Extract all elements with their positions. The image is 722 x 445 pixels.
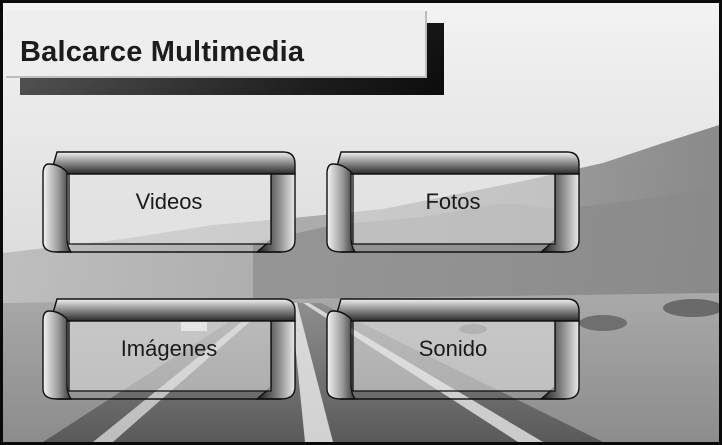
fotos-label: Fotos xyxy=(425,189,481,214)
title-panel: Balcarce Multimedia xyxy=(6,11,427,78)
imagenes-button[interactable]: Imágenes xyxy=(41,297,297,401)
sonido-label: Sonido xyxy=(418,336,488,361)
videos-button[interactable]: Videos xyxy=(41,150,297,254)
videos-label: Videos xyxy=(135,189,203,214)
sonido-button[interactable]: Sonido xyxy=(325,297,581,401)
app-screen: Balcarce Multimedia Videos Fotos Imágene… xyxy=(0,0,722,445)
fotos-button[interactable]: Fotos xyxy=(325,150,581,254)
imagenes-label: Imágenes xyxy=(120,336,218,361)
app-title: Balcarce Multimedia xyxy=(20,36,305,68)
